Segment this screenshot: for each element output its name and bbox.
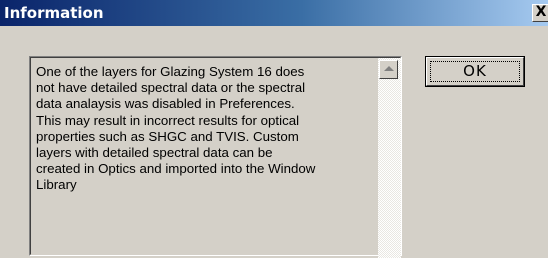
close-button[interactable]: X: [532, 4, 548, 22]
message-text: One of the layers for Glazing System 16 …: [36, 64, 316, 193]
message-textbox[interactable]: One of the layers for Glazing System 16 …: [29, 56, 402, 258]
scroll-up-arrow-icon: [384, 66, 394, 71]
window-title: Information: [4, 4, 104, 22]
vertical-scrollbar[interactable]: [378, 58, 401, 258]
ok-button-label: OK: [463, 62, 487, 80]
title-bar[interactable]: Information X: [0, 0, 548, 26]
ok-button[interactable]: OK: [425, 56, 525, 87]
scroll-up-button[interactable]: [379, 60, 398, 79]
close-icon: X: [535, 4, 547, 20]
message-textbox-inner: One of the layers for Glazing System 16 …: [30, 57, 401, 258]
